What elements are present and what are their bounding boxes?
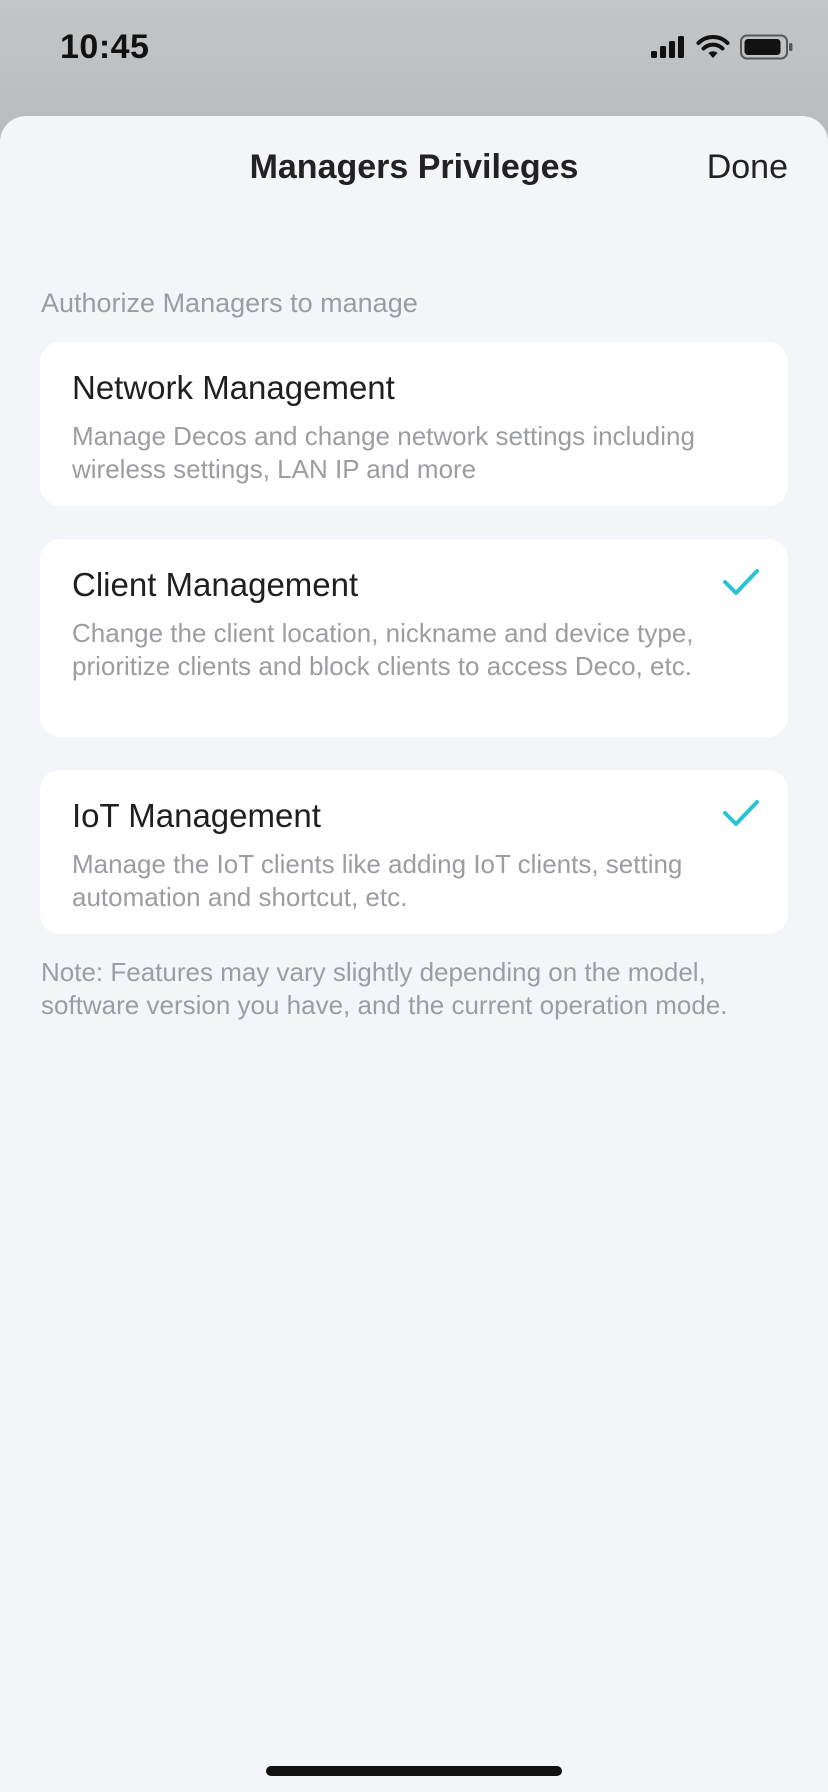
- page-title: Managers Privileges: [249, 148, 579, 186]
- network-management-option[interactable]: Network Management Manage Decos and chan…: [40, 342, 788, 506]
- iot-management-option[interactable]: IoT Management Manage the IoT clients li…: [40, 770, 788, 934]
- option-title: Network Management: [72, 369, 395, 406]
- checkmark-icon: [723, 569, 759, 595]
- status-icons: [650, 34, 794, 60]
- battery-icon: [740, 34, 793, 60]
- done-button[interactable]: Done: [707, 148, 788, 187]
- status-time: 10:45: [60, 28, 150, 66]
- status-bar: 10:45: [0, 0, 828, 100]
- client-management-option[interactable]: Client Management Change the client loca…: [40, 539, 788, 737]
- option-title: Client Management: [72, 566, 359, 603]
- option-description: Change the client location, nickname and…: [72, 618, 694, 681]
- option-description: Manage the IoT clients like adding IoT c…: [72, 849, 683, 912]
- privileges-sheet: Managers Privileges Done Authorize Manag…: [0, 116, 828, 1792]
- features-note: Note: Features may vary slightly dependi…: [41, 957, 728, 1020]
- home-indicator: [266, 1766, 562, 1776]
- cellular-signal-icon: [651, 36, 684, 58]
- section-header: Authorize Managers to manage: [41, 288, 418, 318]
- option-description: Manage Decos and change network settings…: [72, 421, 695, 484]
- checkmark-icon: [723, 800, 759, 826]
- wifi-icon: [696, 35, 730, 58]
- option-title: IoT Management: [72, 797, 321, 834]
